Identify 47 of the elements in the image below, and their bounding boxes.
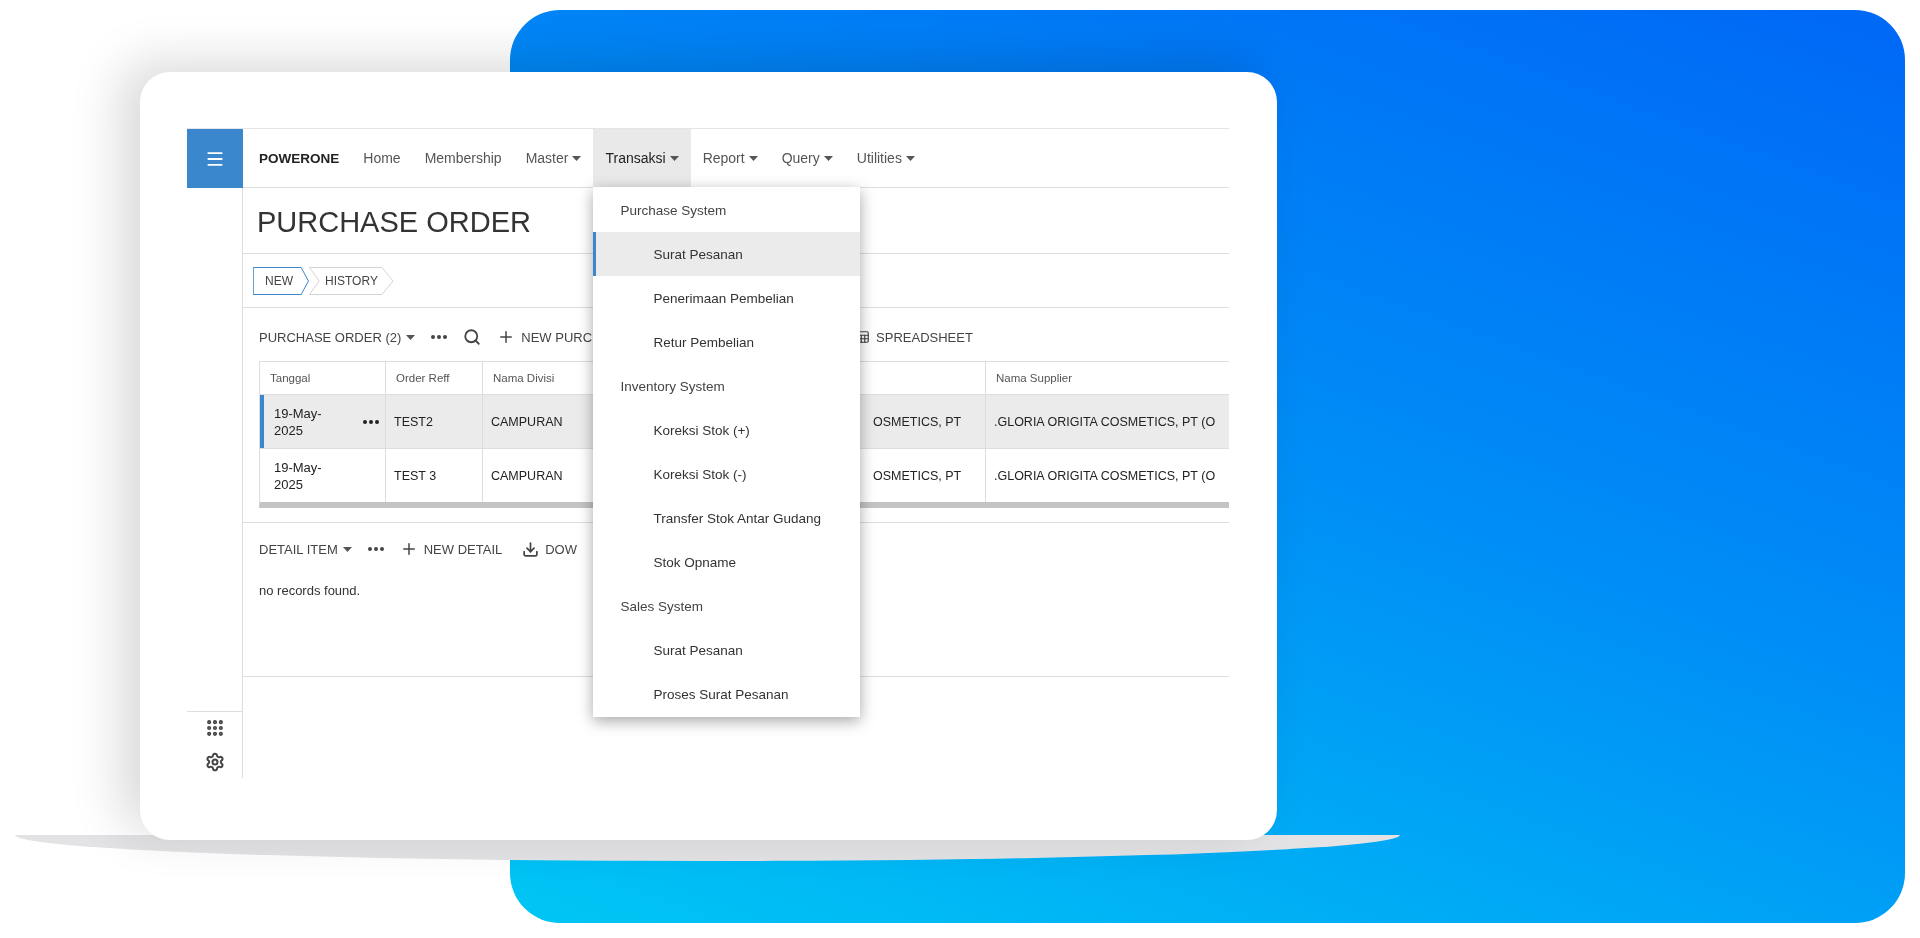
menu-item[interactable]: Penerimaan Pembelian <box>593 276 861 320</box>
menu-item[interactable]: Transfer Stok Antar Gudang <box>593 496 861 540</box>
table-cell: .GLORIA ORIGITA COSMETICS, PT (O <box>986 449 1229 502</box>
menu-item[interactable]: Surat Pesanan <box>593 232 861 276</box>
menu-item[interactable]: Surat Pesanan <box>593 628 861 672</box>
page-title: PURCHASE ORDER <box>257 206 531 239</box>
nav-item[interactable]: Utilities <box>844 129 927 187</box>
settings-icon <box>204 752 225 772</box>
new-button[interactable]: NEW PURC <box>497 328 593 346</box>
menu-group-header: Purchase System <box>619 201 728 220</box>
more-icon <box>367 547 384 551</box>
caret-icon <box>342 546 352 552</box>
apps-button[interactable] <box>204 718 225 738</box>
detail-title[interactable]: DETAIL ITEM <box>259 541 352 557</box>
new-detail-button[interactable]: NEW DETAIL <box>399 540 503 558</box>
search-icon <box>463 328 482 346</box>
nav-item[interactable]: Membership <box>412 129 514 187</box>
table-cell: TEST 3 <box>386 449 483 502</box>
step-tab[interactable]: NEW <box>253 266 309 295</box>
step-tab[interactable]: HISTORY <box>309 266 394 295</box>
settings-button[interactable] <box>204 752 225 772</box>
nav-item[interactable]: Transaksi <box>593 129 691 187</box>
empty-message: no records found. <box>259 583 362 598</box>
caret-icon <box>406 334 416 340</box>
nav-item[interactable]: Home <box>351 129 413 187</box>
menu-button[interactable] <box>187 129 243 188</box>
more-button[interactable] <box>367 547 384 551</box>
nav-item[interactable]: Query <box>769 129 845 187</box>
search-button[interactable] <box>463 328 482 346</box>
more-icon <box>431 335 448 339</box>
menu-item[interactable]: Koreksi Stok (+) <box>593 408 861 452</box>
menu-item[interactable]: Retur Pembelian <box>593 320 861 364</box>
table-cell-text: 19-May-2025 <box>274 458 323 493</box>
table-cell-text: 19-May-2025 <box>274 404 323 439</box>
download-button[interactable]: DOW <box>522 540 577 558</box>
more-button[interactable] <box>431 335 448 339</box>
menu-item[interactable]: Proses Surat Pesanan <box>593 672 861 716</box>
more-icon[interactable] <box>363 419 379 424</box>
download-icon <box>522 540 540 558</box>
brand-name: POWERONE <box>259 150 340 166</box>
menu-item[interactable]: Koreksi Stok (-) <box>593 452 861 496</box>
grid-icon <box>204 718 225 738</box>
menu-item[interactable]: Stok Opname <box>593 540 861 584</box>
menu-group-header: Sales System <box>619 597 704 616</box>
list-title[interactable]: PURCHASE ORDER (2) <box>259 329 416 345</box>
nav-item[interactable]: Master <box>513 129 594 187</box>
nav-item[interactable]: Report <box>690 129 770 187</box>
